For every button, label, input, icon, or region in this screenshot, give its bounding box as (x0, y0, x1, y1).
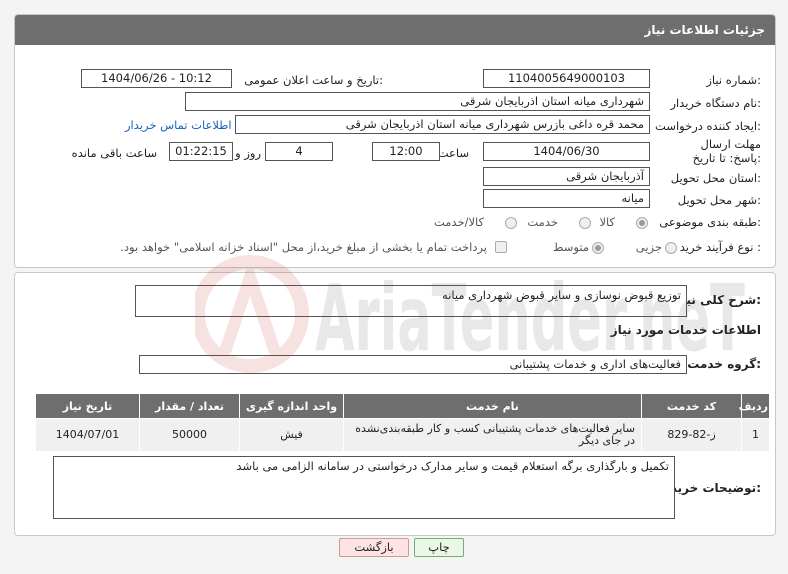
category-option-goods: کالا (599, 215, 615, 229)
service-group-label: گروه خدمت: (687, 357, 761, 371)
col-header-quantity: تعداد / مقدار (139, 393, 240, 419)
announce-label: تاریخ و ساعت اعلان عمومی: (244, 73, 383, 87)
cell-unit: فیش (239, 418, 344, 452)
col-header-need-date: تاریخ نیاز (35, 393, 140, 419)
deadline-date-field[interactable]: 1404/06/30 (483, 142, 650, 161)
deadline-time-field[interactable]: 12:00 (372, 142, 440, 161)
province-label: استان محل تحویل: (670, 171, 761, 185)
treasury-payment-note: پرداخت تمام یا بخشی از مبلغ خرید،از محل … (120, 240, 487, 254)
category-radio-goods[interactable] (636, 217, 648, 229)
category-label: طبقه بندی موضوعی: (659, 215, 761, 229)
services-table: ردیف کد خدمت نام خدمت واحد اندازه گیری ت… (35, 393, 770, 452)
col-header-service-name: نام خدمت (343, 393, 642, 419)
col-header-row-number: ردیف (739, 393, 770, 419)
process-radio-medium[interactable] (592, 242, 604, 254)
print-button[interactable]: چاپ (414, 538, 464, 557)
process-radio-minor[interactable] (665, 242, 677, 254)
buyer-org-field[interactable]: شهرداری میانه استان اذربایجان شرقی (185, 92, 650, 111)
buyer-contact-link[interactable]: اطلاعات تماس خریدار (125, 118, 232, 132)
need-number-label: شماره نیاز: (706, 73, 761, 87)
days-label: روز و (235, 146, 261, 160)
remaining-label: ساعت باقی مانده (71, 146, 157, 160)
announce-datetime-field[interactable]: 1404/06/26 - 10:12 (81, 69, 232, 88)
category-radio-service[interactable] (579, 217, 591, 229)
table-row[interactable]: 1 ز-82-829 سایر فعالیت‌های خدمات پشتیبان… (35, 418, 770, 452)
buyer-org-label: نام دستگاه خریدار: (670, 96, 761, 110)
cell-service-name: سایر فعالیت‌های خدمات پشتیبانی کسب و کار… (343, 418, 642, 452)
cell-need-date: 1404/07/01 (35, 418, 140, 452)
cell-service-code: ز-82-829 (641, 418, 742, 452)
page-title: جزئیات اطلاعات نیاز (644, 23, 765, 37)
cell-row-number: 1 (741, 418, 770, 452)
table-header-row: ردیف کد خدمت نام خدمت واحد اندازه گیری ت… (35, 393, 770, 419)
requester-label: ایجاد کننده درخواست: (655, 119, 761, 133)
panel-header: جزئیات اطلاعات نیاز (15, 15, 775, 45)
process-option-minor: جزیی (635, 240, 662, 254)
cell-quantity: 50000 (139, 418, 240, 452)
remaining-time-field[interactable]: 01:22:15 (169, 142, 233, 161)
province-field[interactable]: آذربایجان شرقی (483, 167, 650, 186)
summary-textarea[interactable]: توزیع قبوض نوسازی و سایر قبوض شهرداری می… (135, 285, 687, 317)
time-label: ساعت (437, 146, 469, 160)
category-option-goods-service: کالا/خدمت (433, 215, 484, 229)
col-header-service-code: کد خدمت (641, 393, 742, 419)
deadline-label: مهلت ارسال پاسخ: تا تاریخ: (692, 137, 761, 165)
need-number-field[interactable]: 1104005649000103 (483, 69, 650, 88)
process-option-medium: متوسط (552, 240, 589, 254)
city-label: شهر محل تحویل: (677, 193, 761, 207)
requester-field[interactable]: محمد قره داغی بازرس شهرداری میانه استان … (235, 115, 650, 134)
need-services-panel: شرح کلی نیاز: توزیع قبوض نوسازی و سایر ق… (14, 272, 776, 536)
process-label: نوع فرآیند خرید : (679, 240, 761, 254)
need-details-panel: جزئیات اطلاعات نیاز شماره نیاز: 11040056… (14, 14, 776, 268)
buyer-notes-textarea[interactable]: تکمیل و بارگذاری برگه استعلام قیمت و سای… (53, 456, 675, 519)
summary-label: شرح کلی نیاز: (675, 293, 761, 307)
col-header-unit: واحد اندازه گیری (239, 393, 344, 419)
category-option-service: خدمت (527, 215, 558, 229)
services-section-title: اطلاعات خدمات مورد نیاز (610, 323, 761, 337)
treasury-payment-checkbox[interactable] (495, 241, 507, 253)
category-radio-goods-service[interactable] (505, 217, 517, 229)
service-group-field[interactable]: فعالیت‌های اداری و خدمات پشتیبانی (139, 355, 687, 374)
city-field[interactable]: میانه (483, 189, 650, 208)
days-field[interactable]: 4 (265, 142, 333, 161)
back-button[interactable]: بازگشت (339, 538, 409, 557)
